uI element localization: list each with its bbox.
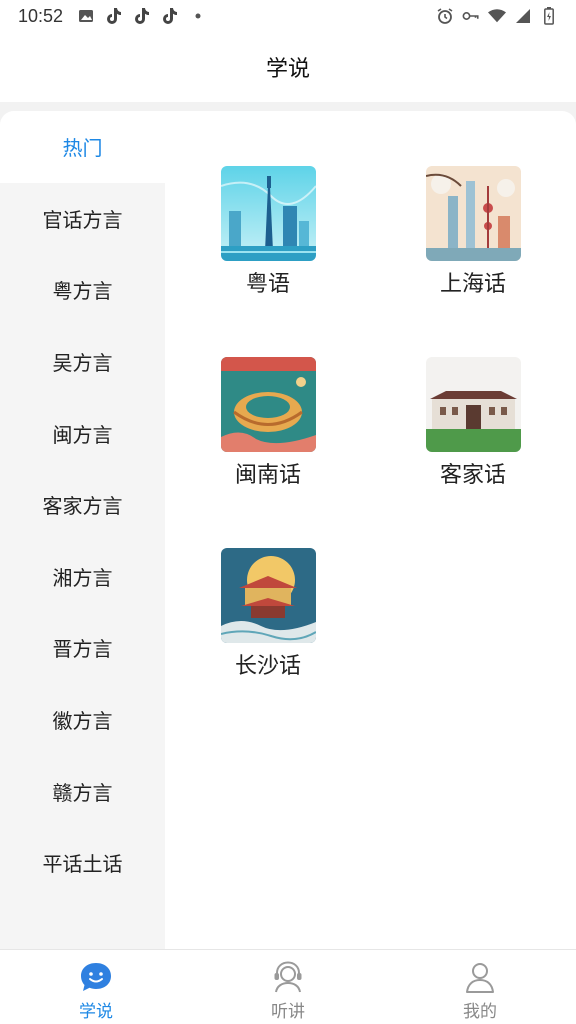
bottom-tab-bar: 学说 听讲 我的	[0, 949, 576, 1024]
dialect-card-cantonese[interactable]: 粤语	[178, 166, 358, 316]
dialect-card-label: 粤语	[245, 272, 290, 297]
alarm-icon	[436, 7, 454, 25]
status-time: 10:52	[18, 5, 64, 26]
dialect-grid: 粤语 上海话 闽南话 客家话 长沙话	[165, 111, 576, 949]
headset-icon	[274, 961, 302, 993]
sidebar-item-label: 官话方言	[42, 207, 123, 232]
sidebar-item-gan[interactable]: 赣方言	[0, 755, 165, 827]
key-icon	[462, 7, 480, 25]
dialect-card-minnan[interactable]: 闽南话	[178, 357, 358, 507]
signal-icon	[514, 7, 532, 25]
dialect-card-shanghainese[interactable]: 上海话	[383, 166, 563, 316]
notification-icons	[77, 7, 207, 25]
image-icon	[77, 7, 95, 25]
status-bar: 10:52	[0, 0, 576, 32]
sidebar-item-min[interactable]: 闽方言	[0, 397, 165, 469]
guangzhou-tower-thumbnail	[220, 166, 316, 261]
dialect-card-label: 客家话	[439, 463, 506, 488]
sidebar-item-label: 平话土话	[42, 852, 123, 877]
sidebar-item-hakka[interactable]: 客家方言	[0, 469, 165, 541]
wifi-icon	[488, 7, 506, 25]
sidebar-item-label: 徽方言	[52, 709, 113, 734]
dialect-card-label: 长沙话	[234, 654, 301, 679]
sidebar-item-label: 晋方言	[52, 637, 113, 662]
dialect-card-label: 上海话	[439, 272, 506, 297]
tab-mine[interactable]: 我的	[384, 950, 576, 1024]
sidebar-item-label: 赣方言	[52, 780, 113, 805]
tulou-thumbnail	[220, 357, 316, 452]
shanghai-tower-thumbnail	[425, 166, 521, 261]
sidebar-item-label: 热门	[62, 136, 103, 161]
page-title: 学说	[265, 57, 310, 82]
dialect-card-hakka[interactable]: 客家话	[383, 357, 563, 507]
sidebar-item-label: 粤方言	[52, 279, 113, 304]
tab-listen[interactable]: 听讲	[192, 950, 384, 1024]
sidebar-item-xiang[interactable]: 湘方言	[0, 541, 165, 613]
dialect-card-label: 闽南话	[234, 463, 301, 488]
sidebar-item-hui[interactable]: 徽方言	[0, 684, 165, 756]
system-icons	[436, 7, 558, 25]
content-panel: 热门 官话方言 粤方言 吴方言 闽方言 客家方言 湘方言 晋方言 徽方言 赣方言…	[0, 111, 576, 949]
tab-label: 听讲	[271, 1002, 305, 1022]
tiktok-icon	[161, 7, 179, 25]
changsha-pavilion-thumbnail	[220, 548, 316, 643]
sidebar-item-hot[interactable]: 热门	[0, 111, 165, 183]
hakka-house-thumbnail	[425, 357, 521, 452]
sidebar-item-pinghua[interactable]: 平话土话	[0, 827, 165, 899]
sidebar-item-label: 客家方言	[42, 494, 123, 519]
person-icon	[466, 963, 494, 993]
sidebar-item-wu[interactable]: 吴方言	[0, 326, 165, 398]
tab-learn-speak[interactable]: 学说	[0, 950, 192, 1024]
category-sidebar: 热门 官话方言 粤方言 吴方言 闽方言 客家方言 湘方言 晋方言 徽方言 赣方言…	[0, 111, 165, 949]
tiktok-icon	[105, 7, 123, 25]
tab-label: 学说	[79, 1002, 113, 1022]
sidebar-item-label: 湘方言	[52, 565, 113, 590]
sidebar-item-jin[interactable]: 晋方言	[0, 612, 165, 684]
battery-icon	[540, 7, 558, 25]
dialect-card-changsha[interactable]: 长沙话	[178, 548, 358, 698]
tab-label: 我的	[463, 1002, 497, 1022]
sidebar-item-yue[interactable]: 粤方言	[0, 254, 165, 326]
sidebar-item-label: 吴方言	[52, 351, 113, 376]
sidebar-item-label: 闽方言	[52, 422, 113, 447]
page-header: 学说	[0, 32, 576, 102]
dot-icon	[189, 7, 207, 25]
tiktok-icon	[133, 7, 151, 25]
sidebar-item-mandarin[interactable]: 官话方言	[0, 183, 165, 255]
chat-smile-icon	[81, 963, 111, 991]
